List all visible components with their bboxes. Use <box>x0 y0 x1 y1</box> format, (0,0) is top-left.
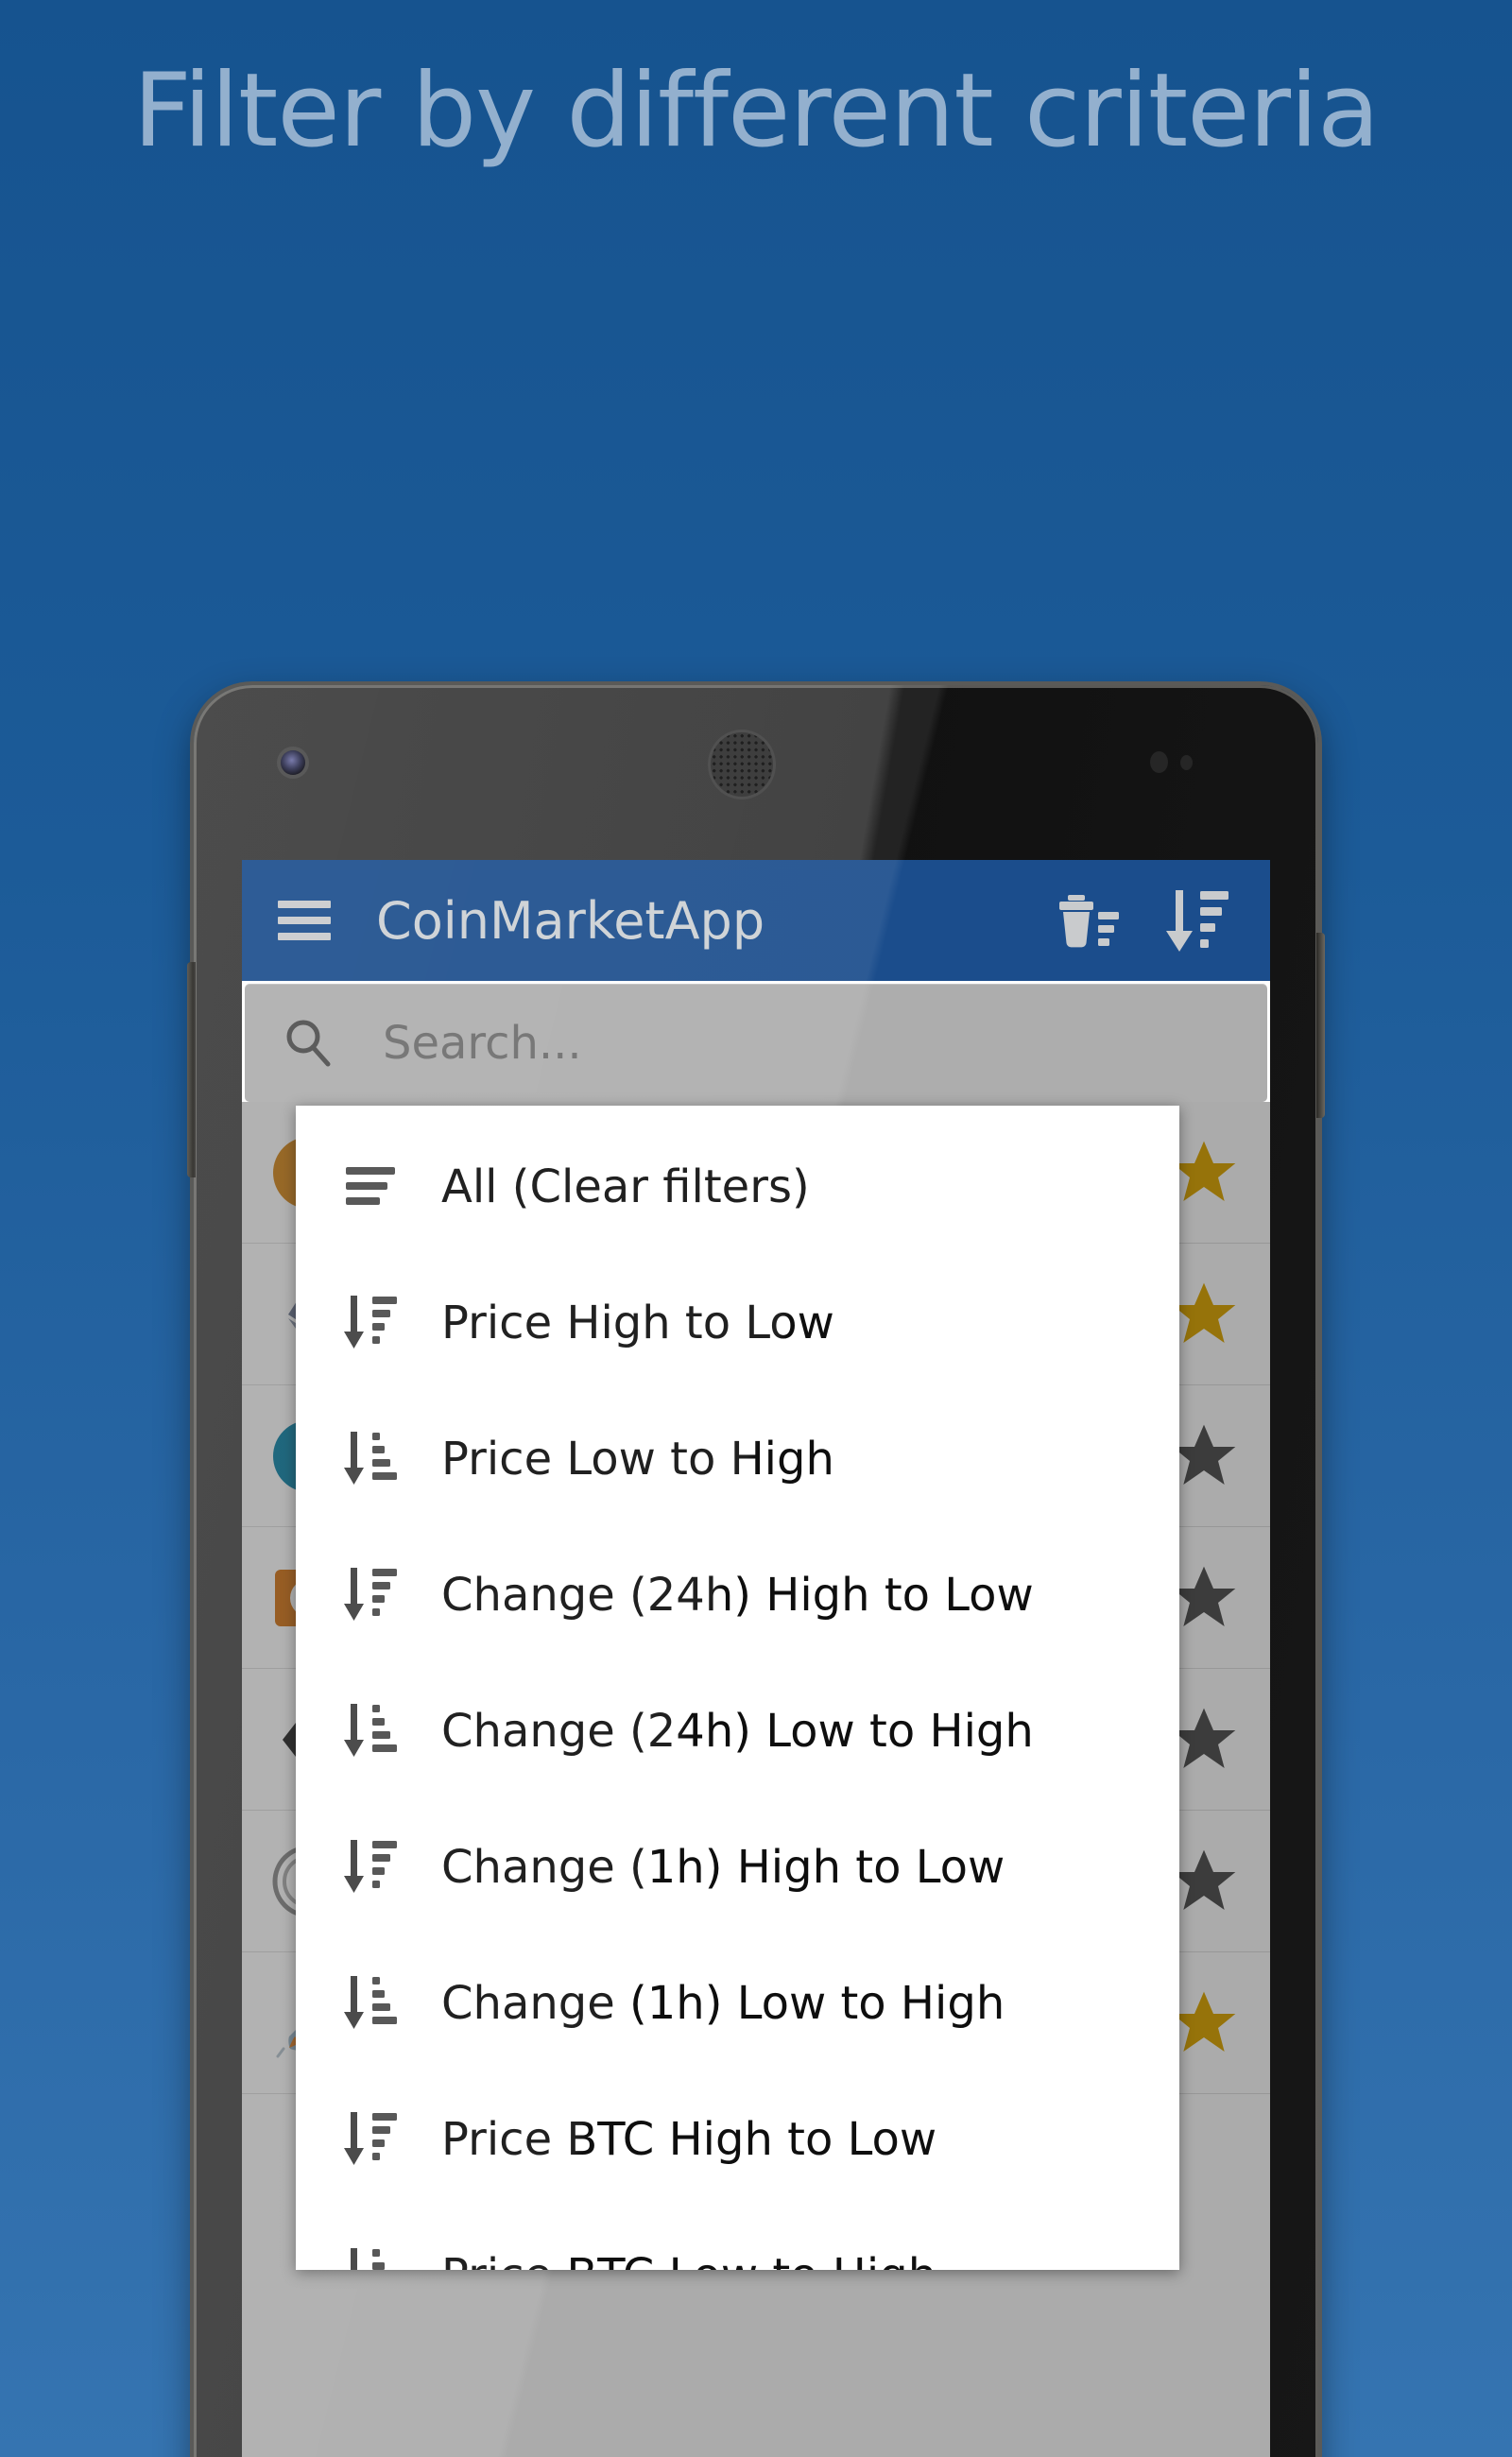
app-title: CoinMarketApp <box>376 890 765 951</box>
page-title: Filter by different criteria <box>132 52 1380 170</box>
sort-descending-icon <box>341 1293 402 1353</box>
menu-item-change-1h-low-to-high[interactable]: Change (1h) Low to High <box>296 1935 1179 2071</box>
menu-item-label: All (Clear filters) <box>441 1160 810 1213</box>
sort-ascending-icon <box>341 1429 402 1489</box>
menu-item-label: Price High to Low <box>441 1297 834 1349</box>
sort-descending-icon[interactable] <box>1162 885 1232 955</box>
phone-screen: CoinMarketApp Search... All (Clear filte… <box>242 860 1270 2457</box>
search-icon <box>286 1020 331 1066</box>
menu-item-change-24h-high-to-low[interactable]: Change (24h) High to Low <box>296 1527 1179 1663</box>
sort-ascending-icon <box>341 2245 402 2270</box>
phone-device: CoinMarketApp Search... All (Clear filte… <box>187 685 1325 2457</box>
menu-item-change-1h-high-to-low[interactable]: Change (1h) High to Low <box>296 1799 1179 1935</box>
menu-item-price-btc-high-to-low[interactable]: Price BTC High to Low <box>296 2071 1179 2208</box>
menu-item-change-24h-low-to-high[interactable]: Change (24h) Low to High <box>296 1663 1179 1799</box>
menu-item-price-high-to-low[interactable]: Price High to Low <box>296 1255 1179 1391</box>
sort-descending-icon <box>341 2109 402 2170</box>
page-background: Filter by different criteria CoinMarketA… <box>0 0 1512 2457</box>
menu-item-all-clear-filters[interactable]: All (Clear filters) <box>296 1119 1179 1255</box>
light-sensor-icon <box>1180 755 1193 770</box>
proximity-sensor-icon <box>1150 751 1168 773</box>
menu-item-price-low-to-high[interactable]: Price Low to High <box>296 1391 1179 1527</box>
delete-sort-icon[interactable] <box>1053 885 1123 955</box>
search-input[interactable]: Search... <box>383 1017 582 1070</box>
hamburger-menu-icon[interactable] <box>278 901 331 940</box>
front-camera-icon <box>281 750 305 775</box>
power-button[interactable] <box>1316 933 1325 1118</box>
app-bar: CoinMarketApp <box>242 860 1270 981</box>
search-bar[interactable]: Search... <box>245 984 1267 1102</box>
menu-item-label: Change (24h) Low to High <box>441 1705 1034 1758</box>
menu-item-label: Change (1h) High to Low <box>441 1841 1005 1894</box>
menu-item-label: Price BTC Low to High <box>441 2249 936 2270</box>
menu-item-label: Change (1h) Low to High <box>441 1977 1005 2030</box>
sort-filter-menu: All (Clear filters) Price High to Low Pr… <box>296 1106 1179 2270</box>
sort-descending-icon <box>341 1837 402 1898</box>
volume-button[interactable] <box>187 962 196 1177</box>
earpiece-speaker-icon <box>711 732 773 797</box>
sort-ascending-icon <box>341 1701 402 1761</box>
filter-clear-icon <box>341 1157 402 1217</box>
sort-descending-icon <box>341 1565 402 1625</box>
menu-item-label: Price Low to High <box>441 1433 834 1486</box>
menu-item-label: Price BTC High to Low <box>441 2113 937 2166</box>
menu-item-label: Change (24h) High to Low <box>441 1569 1034 1622</box>
sort-ascending-icon <box>341 1973 402 2034</box>
menu-item-price-btc-low-to-high[interactable]: Price BTC Low to High <box>296 2208 1179 2270</box>
